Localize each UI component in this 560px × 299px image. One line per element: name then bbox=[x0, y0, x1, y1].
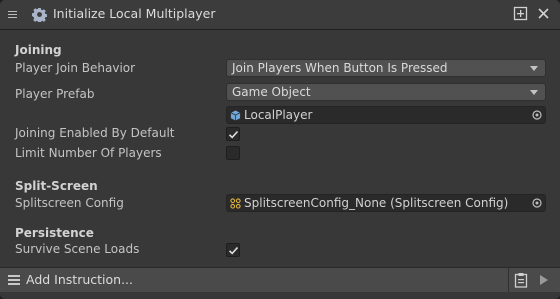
splitscreen-config-label: Splitscreen Config bbox=[15, 196, 124, 210]
add-instruction-button[interactable]: Add Instruction... bbox=[26, 272, 133, 287]
prefab-icon bbox=[230, 110, 241, 121]
add-instruction-bar: Add Instruction... bbox=[0, 267, 560, 292]
object-picker-icon[interactable] bbox=[532, 110, 542, 120]
instruction-panel: Initialize Local Multiplayer Joining Pla… bbox=[0, 0, 560, 299]
player-join-behavior-label: Player Join Behavior bbox=[15, 61, 136, 75]
player-prefab-object-field[interactable]: LocalPlayer bbox=[226, 106, 546, 124]
scriptable-object-icon bbox=[230, 198, 241, 209]
menu-icon[interactable] bbox=[8, 275, 20, 287]
clipboard-icon[interactable] bbox=[514, 272, 528, 288]
divider bbox=[508, 268, 509, 292]
chevron-down-icon bbox=[530, 66, 538, 71]
drag-handle-icon[interactable] bbox=[8, 11, 17, 20]
player-join-behavior-value: Join Players When Button Is Pressed bbox=[232, 61, 448, 75]
gear-icon bbox=[32, 7, 47, 22]
section-split-screen: Split-Screen bbox=[15, 179, 98, 193]
check-icon bbox=[228, 130, 239, 139]
player-prefab-type-value: Game Object bbox=[232, 85, 311, 99]
survive-scene-loads-label: Survive Scene Loads bbox=[15, 242, 140, 256]
player-join-behavior-dropdown[interactable]: Join Players When Button Is Pressed bbox=[226, 59, 546, 77]
instruction-body: Joining Player Join Behavior Join Player… bbox=[0, 30, 560, 266]
player-prefab-label: Player Prefab bbox=[15, 87, 95, 101]
close-icon[interactable] bbox=[536, 6, 551, 21]
limit-players-label: Limit Number Of Players bbox=[15, 146, 162, 160]
play-icon[interactable] bbox=[540, 275, 548, 285]
splitscreen-config-value: SplitscreenConfig_None (Splitscreen Conf… bbox=[244, 196, 509, 210]
joining-enabled-checkbox[interactable] bbox=[226, 127, 240, 141]
check-icon bbox=[228, 246, 239, 255]
joining-enabled-label: Joining Enabled By Default bbox=[15, 126, 175, 140]
instruction-header[interactable]: Initialize Local Multiplayer bbox=[0, 0, 560, 30]
survive-scene-loads-checkbox[interactable] bbox=[226, 243, 240, 257]
splitscreen-config-object-field[interactable]: SplitscreenConfig_None (Splitscreen Conf… bbox=[226, 194, 546, 212]
section-joining: Joining bbox=[15, 43, 62, 57]
section-persistence: Persistence bbox=[15, 226, 94, 240]
player-prefab-type-dropdown[interactable]: Game Object bbox=[226, 83, 546, 101]
object-picker-icon[interactable] bbox=[532, 198, 542, 208]
player-prefab-object-value: LocalPlayer bbox=[244, 108, 313, 122]
expand-icon[interactable] bbox=[513, 6, 528, 21]
instruction-title: Initialize Local Multiplayer bbox=[53, 6, 216, 21]
limit-players-checkbox[interactable] bbox=[226, 146, 240, 160]
chevron-down-icon bbox=[530, 90, 538, 95]
